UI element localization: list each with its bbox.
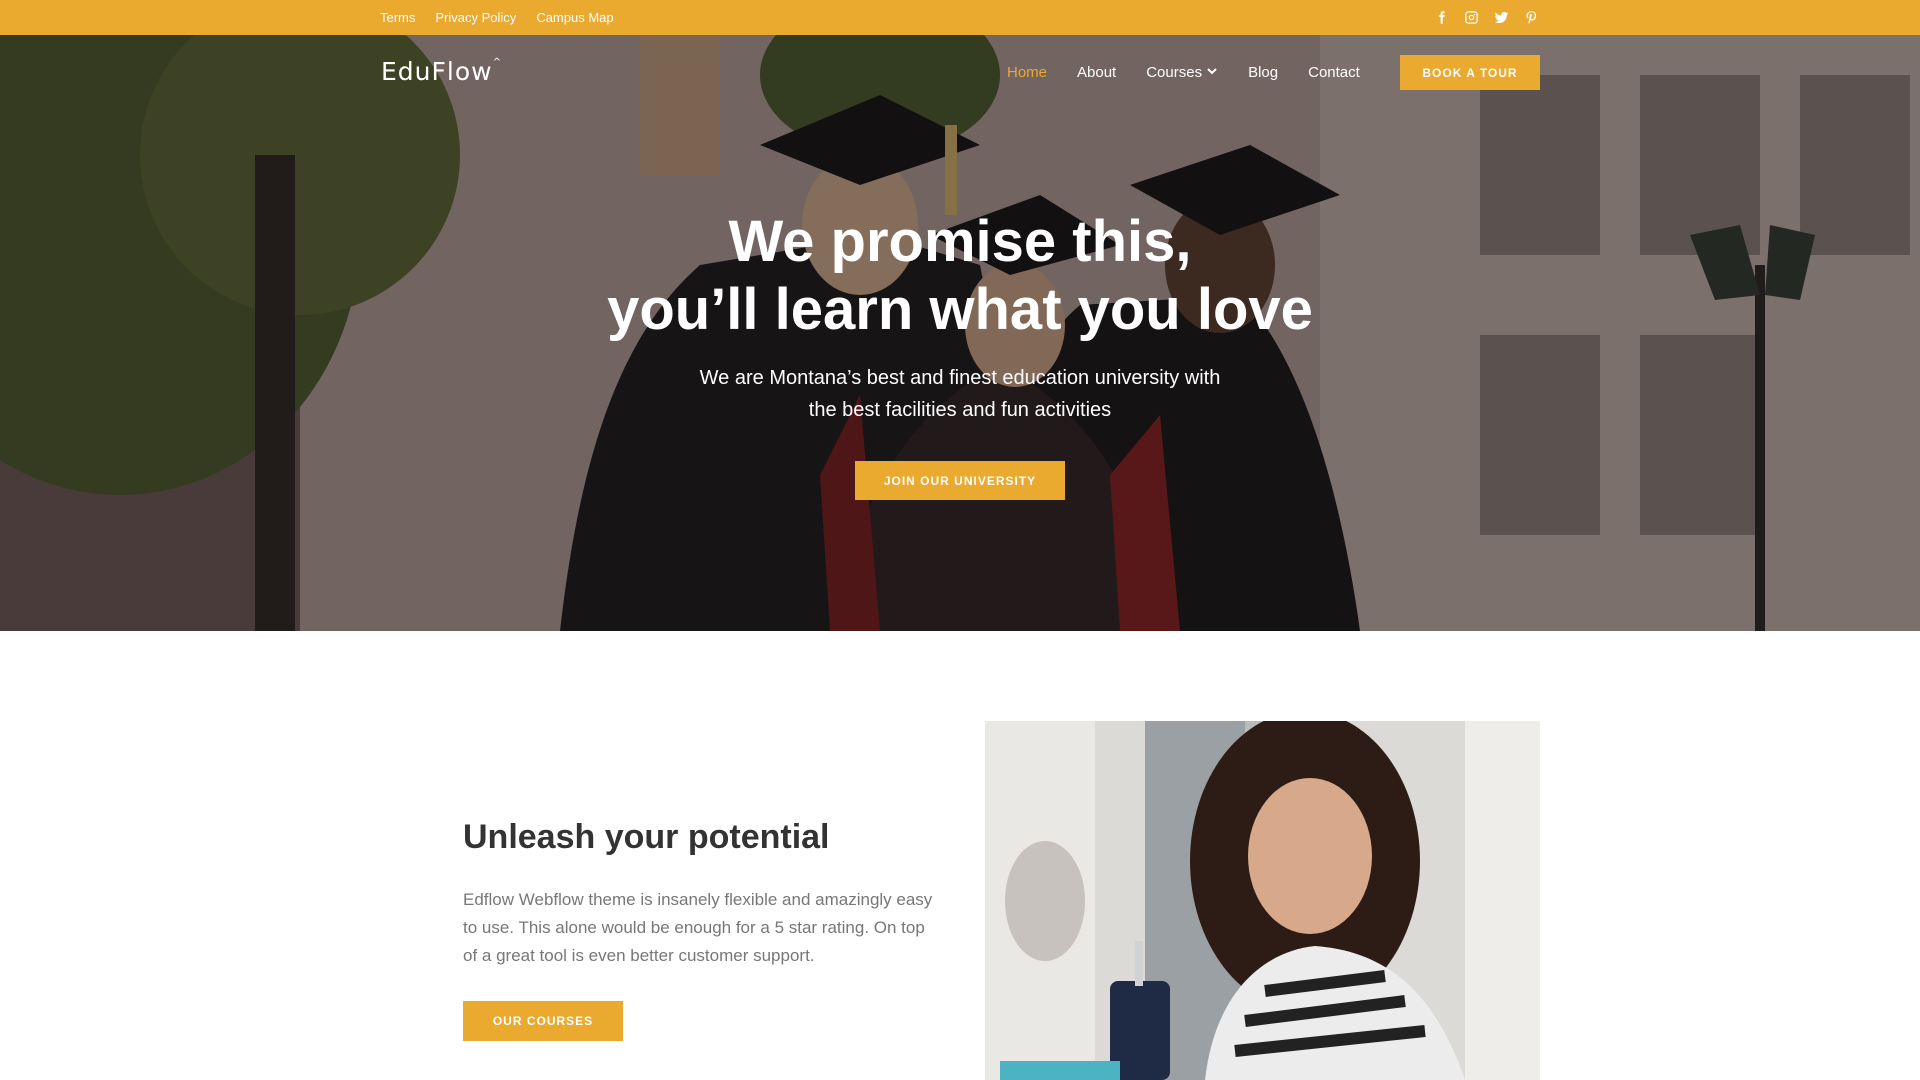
hero-subtitle-line-2: the best facilities and fun activities [808,399,1112,421]
join-our-university-button[interactable]: JOIN OUR UNIVERSITY [855,461,1065,500]
student-photo [985,721,1540,1080]
book-a-tour-button[interactable]: BOOK A TOUR [1400,55,1540,90]
hero-title: We promise this, you’ll learn what you l… [0,208,1920,344]
hero-subtitle-line-1: We are Montana’s best and finest educati… [699,367,1221,389]
nav-contact[interactable]: Contact [1308,64,1360,81]
facebook-icon[interactable] [1432,9,1450,27]
topbar-links: Terms Privacy Policy Campus Map [380,0,614,35]
hero-subtitle: We are Montana’s best and finest educati… [660,362,1260,426]
hero-title-line-1: We promise this, [728,209,1192,274]
nav-blog[interactable]: Blog [1248,64,1278,81]
nav-about[interactable]: About [1077,64,1116,81]
main-navbar: EduFlow^ Home About Courses Blog Contact… [0,35,1920,110]
our-courses-button[interactable]: OUR COURSES [463,1001,623,1041]
pinterest-icon[interactable] [1522,9,1540,27]
terms-link[interactable]: Terms [380,10,415,25]
site-logo[interactable]: EduFlow^ [381,57,502,86]
intro-title: Unleash your potential [463,818,830,856]
privacy-policy-link[interactable]: Privacy Policy [435,10,516,25]
hero-title-line-2: you’ll learn what you love [607,277,1313,342]
chevron-down-icon [1206,64,1218,81]
top-utility-bar: Terms Privacy Policy Campus Map [0,0,1920,35]
campus-map-link[interactable]: Campus Map [536,10,613,25]
instagram-icon[interactable] [1462,9,1480,27]
intro-text: Edflow Webflow theme is insanely flexibl… [463,890,933,965]
nav-home[interactable]: Home [1007,64,1047,81]
social-links [1432,0,1540,35]
nav-courses[interactable]: Courses [1146,64,1218,81]
primary-navigation: Home About Courses Blog Contact [1007,35,1360,110]
logo-mark: ^ [492,57,502,68]
logo-text: EduFlow [381,57,493,86]
twitter-icon[interactable] [1492,9,1510,27]
nav-courses-label: Courses [1146,64,1203,81]
